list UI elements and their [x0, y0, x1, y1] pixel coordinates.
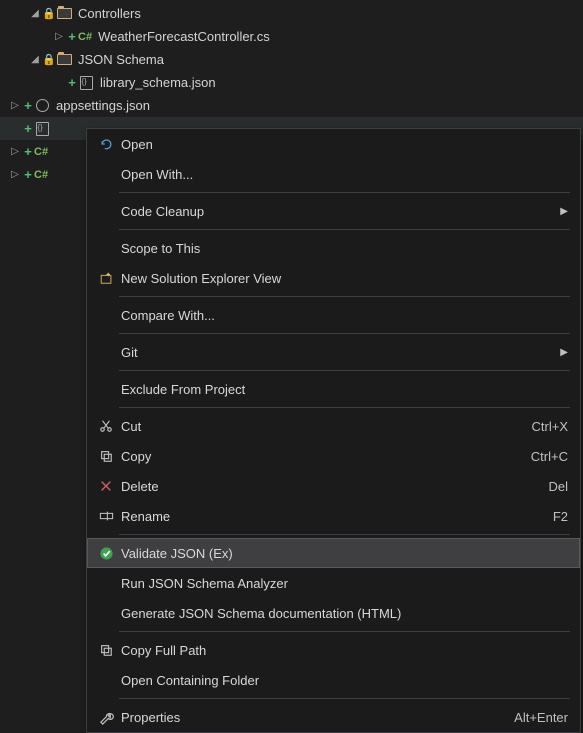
json-file-icon — [78, 76, 94, 90]
chevron-down-icon[interactable]: ◢ — [28, 54, 42, 65]
menu-separator — [119, 333, 570, 334]
menu-shortcut: Ctrl+C — [531, 449, 568, 464]
menu-scope-to-this[interactable]: Scope to This — [87, 233, 580, 263]
lock-icon: 🔒 — [42, 53, 56, 66]
menu-label: Copy — [117, 449, 531, 464]
menu-properties[interactable]: Properties Alt+Enter — [87, 702, 580, 732]
open-icon — [95, 137, 117, 151]
wrench-icon — [95, 710, 117, 725]
menu-separator — [119, 407, 570, 408]
menu-label: Code Cleanup — [117, 204, 560, 219]
menu-label: Validate JSON (Ex) — [117, 546, 568, 561]
menu-validate-json[interactable]: Validate JSON (Ex) — [87, 538, 580, 568]
tree-label: Controllers — [78, 6, 141, 21]
menu-label: Properties — [117, 710, 514, 725]
menu-delete[interactable]: Delete Del — [87, 471, 580, 501]
spacer: ▷ — [8, 123, 22, 134]
menu-label: Open — [117, 137, 568, 152]
menu-new-solution-explorer[interactable]: New Solution Explorer View — [87, 263, 580, 293]
tree-label: WeatherForecastController.cs — [98, 29, 270, 44]
menu-run-json-analyzer[interactable]: Run JSON Schema Analyzer — [87, 568, 580, 598]
chevron-down-icon[interactable]: ◢ — [28, 8, 42, 19]
menu-generate-json-doc[interactable]: Generate JSON Schema documentation (HTML… — [87, 598, 580, 628]
menu-cut[interactable]: Cut Ctrl+X — [87, 411, 580, 441]
cut-icon — [95, 419, 117, 433]
vcs-added-icon: + — [22, 144, 34, 159]
delete-icon — [95, 479, 117, 493]
menu-label: Generate JSON Schema documentation (HTML… — [117, 606, 568, 621]
chevron-right-icon[interactable]: ▷ — [8, 100, 22, 111]
menu-separator — [119, 370, 570, 371]
menu-label: Cut — [117, 419, 532, 434]
new-view-icon — [95, 271, 117, 285]
submenu-arrow-icon: ▶ — [560, 206, 568, 217]
tree-label: appsettings.json — [56, 98, 150, 113]
menu-label: Exclude From Project — [117, 382, 568, 397]
menu-shortcut: Ctrl+X — [532, 419, 568, 434]
menu-label: New Solution Explorer View — [117, 271, 568, 286]
menu-compare-with[interactable]: Compare With... — [87, 300, 580, 330]
chevron-right-icon[interactable]: ▷ — [8, 169, 22, 180]
vcs-added-icon: + — [66, 29, 78, 44]
menu-label: Open With... — [117, 167, 568, 182]
csharp-icon: C# — [78, 31, 92, 43]
tree-file-libraryschema[interactable]: ▷ + library_schema.json — [0, 71, 583, 94]
vcs-added-icon: + — [66, 75, 78, 90]
context-menu: Open Open With... Code Cleanup ▶ Scope t… — [86, 128, 581, 733]
csharp-icon: C# — [34, 146, 48, 158]
tree-file-appsettings[interactable]: ▷ + appsettings.json — [0, 94, 583, 117]
menu-separator — [119, 534, 570, 535]
tree-folder-jsonschema[interactable]: ◢ 🔒 JSON Schema — [0, 48, 583, 71]
menu-open-with[interactable]: Open With... — [87, 159, 580, 189]
menu-rename[interactable]: Rename F2 — [87, 501, 580, 531]
tree-folder-controllers[interactable]: ◢ 🔒 Controllers — [0, 2, 583, 25]
csharp-icon: C# — [34, 169, 48, 181]
menu-label: Open Containing Folder — [117, 673, 568, 688]
vcs-added-icon: + — [22, 121, 34, 136]
folder-icon — [56, 7, 72, 21]
settings-file-icon — [34, 99, 50, 113]
chevron-right-icon[interactable]: ▷ — [8, 146, 22, 157]
tree-label: library_schema.json — [100, 75, 216, 90]
tree-label: JSON Schema — [78, 52, 164, 67]
menu-shortcut: F2 — [553, 509, 568, 524]
menu-label: Scope to This — [117, 241, 568, 256]
spacer: ▷ — [52, 77, 66, 88]
menu-exclude-from-project[interactable]: Exclude From Project — [87, 374, 580, 404]
menu-label: Copy Full Path — [117, 643, 568, 658]
rename-icon — [95, 509, 117, 523]
menu-copy-full-path[interactable]: Copy Full Path — [87, 635, 580, 665]
submenu-arrow-icon: ▶ — [560, 347, 568, 358]
menu-copy[interactable]: Copy Ctrl+C — [87, 441, 580, 471]
menu-separator — [119, 229, 570, 230]
vcs-added-icon: + — [22, 98, 34, 113]
copy-icon — [95, 449, 117, 463]
menu-open-containing-folder[interactable]: Open Containing Folder — [87, 665, 580, 695]
tree-file-weatherforecast[interactable]: ▷ + C# WeatherForecastController.cs — [0, 25, 583, 48]
menu-separator — [119, 296, 570, 297]
chevron-right-icon[interactable]: ▷ — [52, 31, 66, 42]
folder-icon — [56, 53, 72, 67]
menu-label: Compare With... — [117, 308, 568, 323]
menu-code-cleanup[interactable]: Code Cleanup ▶ — [87, 196, 580, 226]
vcs-added-icon: + — [22, 167, 34, 182]
copy-icon — [95, 643, 117, 657]
menu-shortcut: Alt+Enter — [514, 710, 568, 725]
menu-separator — [119, 631, 570, 632]
menu-git[interactable]: Git ▶ — [87, 337, 580, 367]
menu-label: Delete — [117, 479, 548, 494]
menu-label: Rename — [117, 509, 553, 524]
json-file-icon — [34, 122, 50, 136]
menu-label: Git — [117, 345, 560, 360]
lock-icon: 🔒 — [42, 7, 56, 20]
validate-icon — [95, 546, 117, 561]
menu-open[interactable]: Open — [87, 129, 580, 159]
menu-separator — [119, 698, 570, 699]
menu-label: Run JSON Schema Analyzer — [117, 576, 568, 591]
menu-shortcut: Del — [548, 479, 568, 494]
menu-separator — [119, 192, 570, 193]
